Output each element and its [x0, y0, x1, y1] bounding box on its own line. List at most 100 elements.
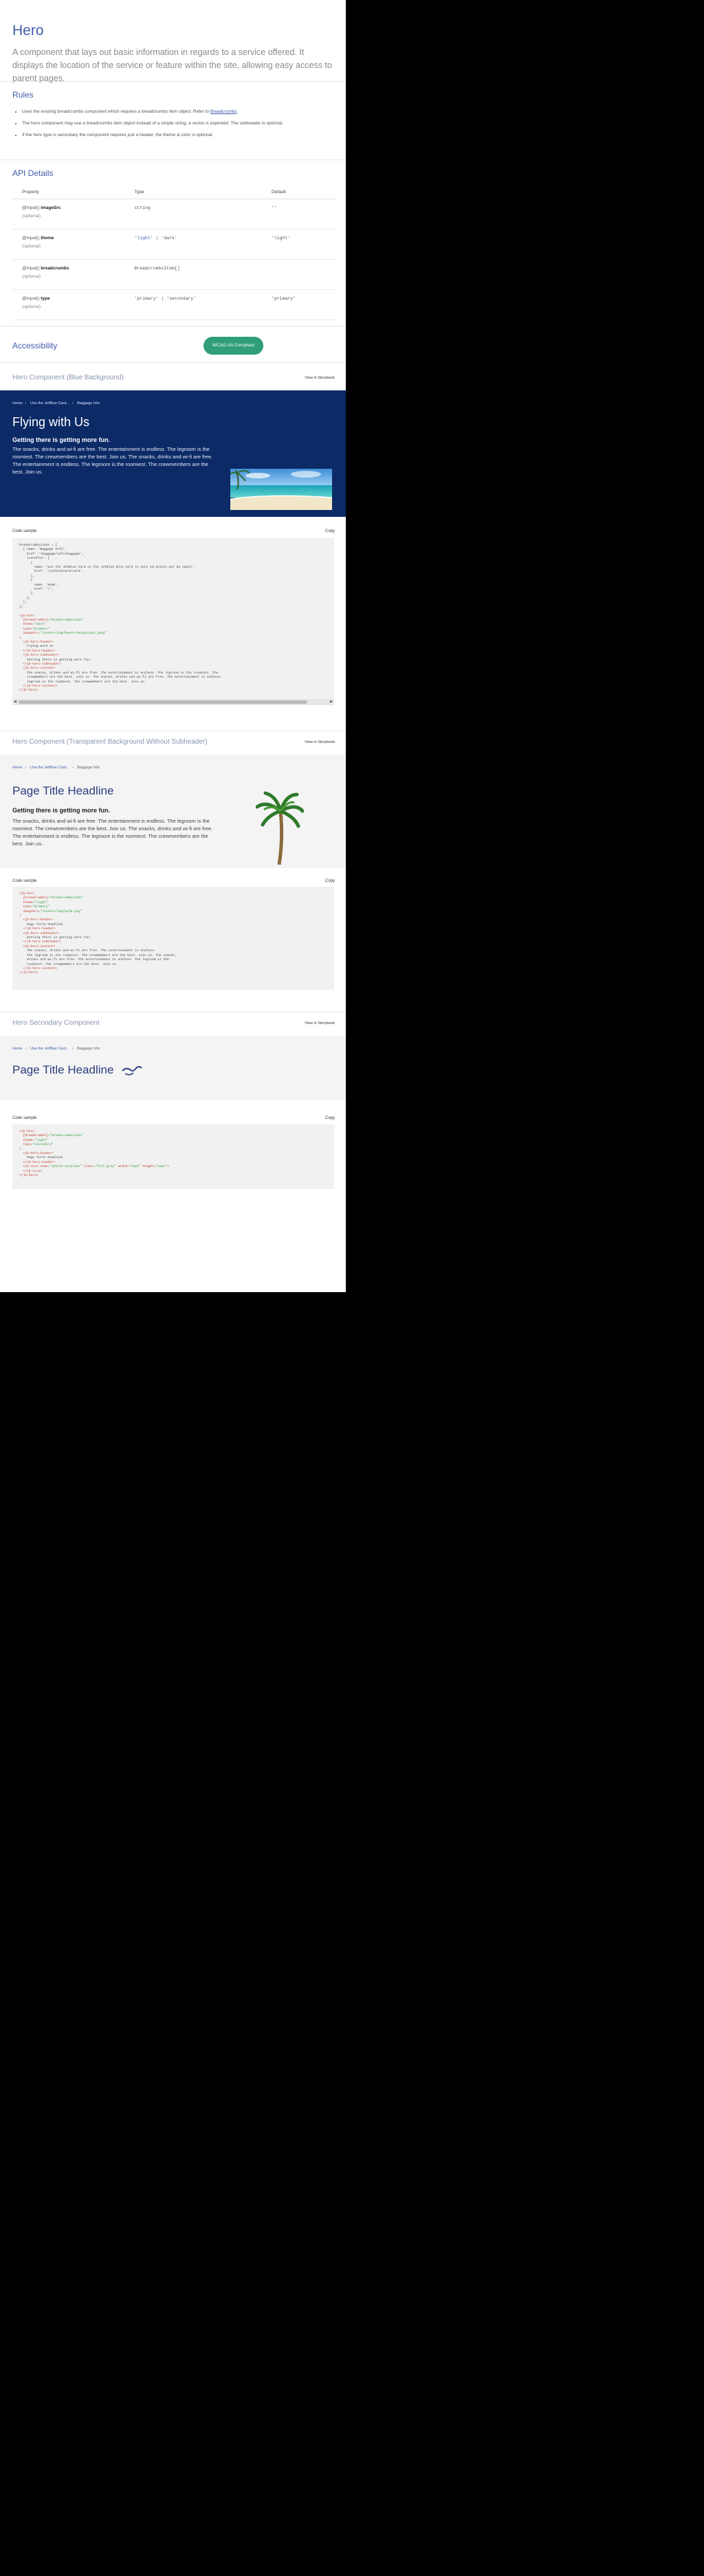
- demo-transparent-header: Hero Component (Transparent Background W…: [0, 731, 346, 755]
- type-cell: BreadcrumbsItem[]: [124, 259, 262, 290]
- breadcrumb-home[interactable]: Home: [12, 1047, 23, 1051]
- horizontal-scrollbar[interactable]: ◀ ▶: [12, 699, 334, 705]
- scroll-right-icon[interactable]: ▶: [330, 700, 333, 704]
- api-table: Property Type Default @Input() imageSrc(…: [12, 186, 336, 320]
- accessibility-title: Accessibility: [12, 341, 58, 351]
- type-separator: |: [153, 236, 162, 241]
- breadcrumb-home[interactable]: Home: [12, 401, 23, 406]
- page-intro: A component that lays out basic informat…: [12, 47, 332, 83]
- scrollbar-thumb[interactable]: [19, 700, 307, 704]
- divider: [0, 362, 346, 363]
- airplane-logo-icon: [121, 1064, 143, 1078]
- wcag-badge: WCAG AA Compliant: [204, 337, 263, 355]
- api-header-property: Property: [12, 186, 125, 199]
- chevron-right-icon: ›: [25, 401, 27, 406]
- breadcrumbs-link[interactable]: Breadcrumbs: [210, 109, 237, 114]
- hero-heading: Page Title Headline: [12, 784, 114, 797]
- breadcrumb: Home › Use the JetBlue Card... › Baggage I…: [12, 766, 102, 770]
- type-option: 'light': [134, 236, 153, 241]
- property-cell: @Input() type (optional): [12, 289, 125, 320]
- scroll-left-icon[interactable]: ◀: [14, 700, 16, 704]
- hero-subheading: Getting there is getting more fun.: [12, 807, 111, 814]
- copy-button[interactable]: Copy: [325, 1116, 335, 1120]
- optional-label: (optional): [22, 244, 41, 249]
- default-cell: 'primary': [261, 289, 336, 320]
- code-sample-label: Code sample: [12, 879, 37, 883]
- chevron-right-icon: ›: [72, 766, 74, 770]
- breadcrumb-item[interactable]: Use the JetBlue Card...: [30, 401, 69, 406]
- breadcrumb-home[interactable]: Home: [12, 766, 23, 770]
- hero-transparent: Home › Use the JetBlue Card... › Baggage I…: [0, 755, 346, 868]
- hero-heading: Flying with Us: [12, 415, 90, 429]
- input-decorator: @Input(): [22, 296, 41, 301]
- api-header-default: Default: [261, 186, 336, 199]
- demo-title: Hero Component (Blue Background): [12, 374, 124, 381]
- default-cell: [261, 259, 336, 290]
- input-decorator: @Input(): [22, 266, 41, 271]
- table-row: @Input() theme (optional) 'light' | 'dark…: [12, 229, 336, 260]
- demo-title: Hero Secondary Component: [12, 1019, 100, 1027]
- default-cell: 'light': [261, 229, 336, 260]
- rule-text: Uses the existing breadcrumbs component …: [22, 109, 210, 114]
- code-sample-label: Code sample: [12, 529, 37, 533]
- breadcrumb-item[interactable]: Use the JetBlue Card...: [30, 766, 69, 770]
- code-block[interactable]: breadcrumbsLinks = [ { name: 'Baggage In…: [12, 538, 334, 702]
- code-block[interactable]: <jb-hero [breadcrumbs]="breadcrumbsLinks…: [12, 1124, 334, 1189]
- type-option: 'dark': [161, 236, 177, 241]
- page: Hero A component that lays out basic inf…: [0, 0, 704, 2576]
- table-row: @Input() imageSrc (optional) string '': [12, 199, 336, 230]
- type-cell: 'light' | 'dark': [124, 229, 262, 260]
- breadcrumb: Home › Use the JetBlue Card... › Baggage I…: [12, 401, 102, 406]
- optional-label: (optional): [22, 274, 41, 279]
- property-name: type: [41, 296, 50, 301]
- page-title: Hero: [12, 23, 44, 38]
- documentation-panel: Hero A component that lays out basic inf…: [0, 0, 346, 1292]
- rule-item: Uses the existing breadcrumbs component …: [22, 109, 345, 115]
- chevron-right-icon: ›: [25, 1047, 27, 1051]
- optional-label: (optional): [22, 304, 41, 309]
- table-row: @Input() type (optional) 'primary' | 'sec…: [12, 289, 336, 320]
- optional-label: (optional): [22, 214, 41, 219]
- property-cell: @Input() theme (optional): [12, 229, 125, 260]
- breadcrumb: Home › Use the JetBlue Card... › Baggage I…: [12, 1047, 102, 1051]
- hero-heading: Page Title Headline: [12, 1063, 114, 1076]
- rules-title: Rules: [12, 90, 34, 100]
- chevron-right-icon: ›: [72, 401, 74, 406]
- chevron-right-icon: ›: [72, 1047, 74, 1051]
- code-block[interactable]: <jb-hero [breadcrumbs]="breadcrumbsLinks…: [12, 887, 334, 990]
- copy-button[interactable]: Copy: [325, 879, 335, 883]
- rule-tail: .: [236, 109, 239, 114]
- hero-secondary: Home › Use the JetBlue Card... › Baggage I…: [0, 1036, 346, 1100]
- breadcrumb-item[interactable]: Use the JetBlue Card...: [30, 1047, 69, 1051]
- rule-item: The hero component may use a breadcrumbs…: [22, 120, 345, 127]
- hero-blue: Home › Use the JetBlue Card... › Baggage I…: [0, 390, 346, 517]
- property-name: breadcrumbs: [41, 266, 69, 271]
- default-cell: '': [261, 199, 336, 230]
- code-sample-label: Code sample: [12, 1116, 37, 1120]
- demo-title: Hero Component (Transparent Background W…: [12, 738, 208, 746]
- hero-body: The snacks, drinks and wi-fi are free. T…: [12, 818, 213, 847]
- breadcrumb-current: Baggage Info: [77, 1047, 100, 1051]
- view-in-storybook-link[interactable]: View in Storybook: [305, 740, 335, 744]
- beach-image: [230, 469, 332, 510]
- breadcrumb-current: Baggage Info: [77, 766, 100, 770]
- table-row: @Input() breadcrumbs (optional) Breadcrum…: [12, 259, 336, 290]
- rule-text: If the hero type is secondary the compon…: [22, 133, 214, 137]
- view-in-storybook-link[interactable]: View in Storybook: [305, 1021, 335, 1025]
- rules-list: Uses the existing breadcrumbs component …: [12, 109, 345, 144]
- input-decorator: @Input(): [22, 206, 41, 210]
- rule-item: If the hero type is secondary the compon…: [22, 132, 345, 139]
- divider: [0, 159, 346, 160]
- divider: [0, 81, 346, 82]
- view-in-storybook-link[interactable]: View in Storybook: [305, 376, 335, 380]
- breadcrumb-current: Baggage Info: [77, 401, 100, 406]
- property-name: theme: [41, 236, 54, 241]
- property-name: imageSrc: [41, 206, 61, 210]
- demo-secondary-header: Hero Secondary Component View in Storybo…: [0, 1012, 346, 1036]
- copy-button[interactable]: Copy: [325, 529, 335, 533]
- input-decorator: @Input(): [22, 236, 41, 241]
- chevron-right-icon: ›: [25, 766, 27, 770]
- api-header-type: Type: [124, 186, 262, 199]
- type-cell: 'primary' | 'secondary': [124, 289, 262, 320]
- demo-blue-header: Hero Component (Blue Background) View in…: [0, 367, 346, 390]
